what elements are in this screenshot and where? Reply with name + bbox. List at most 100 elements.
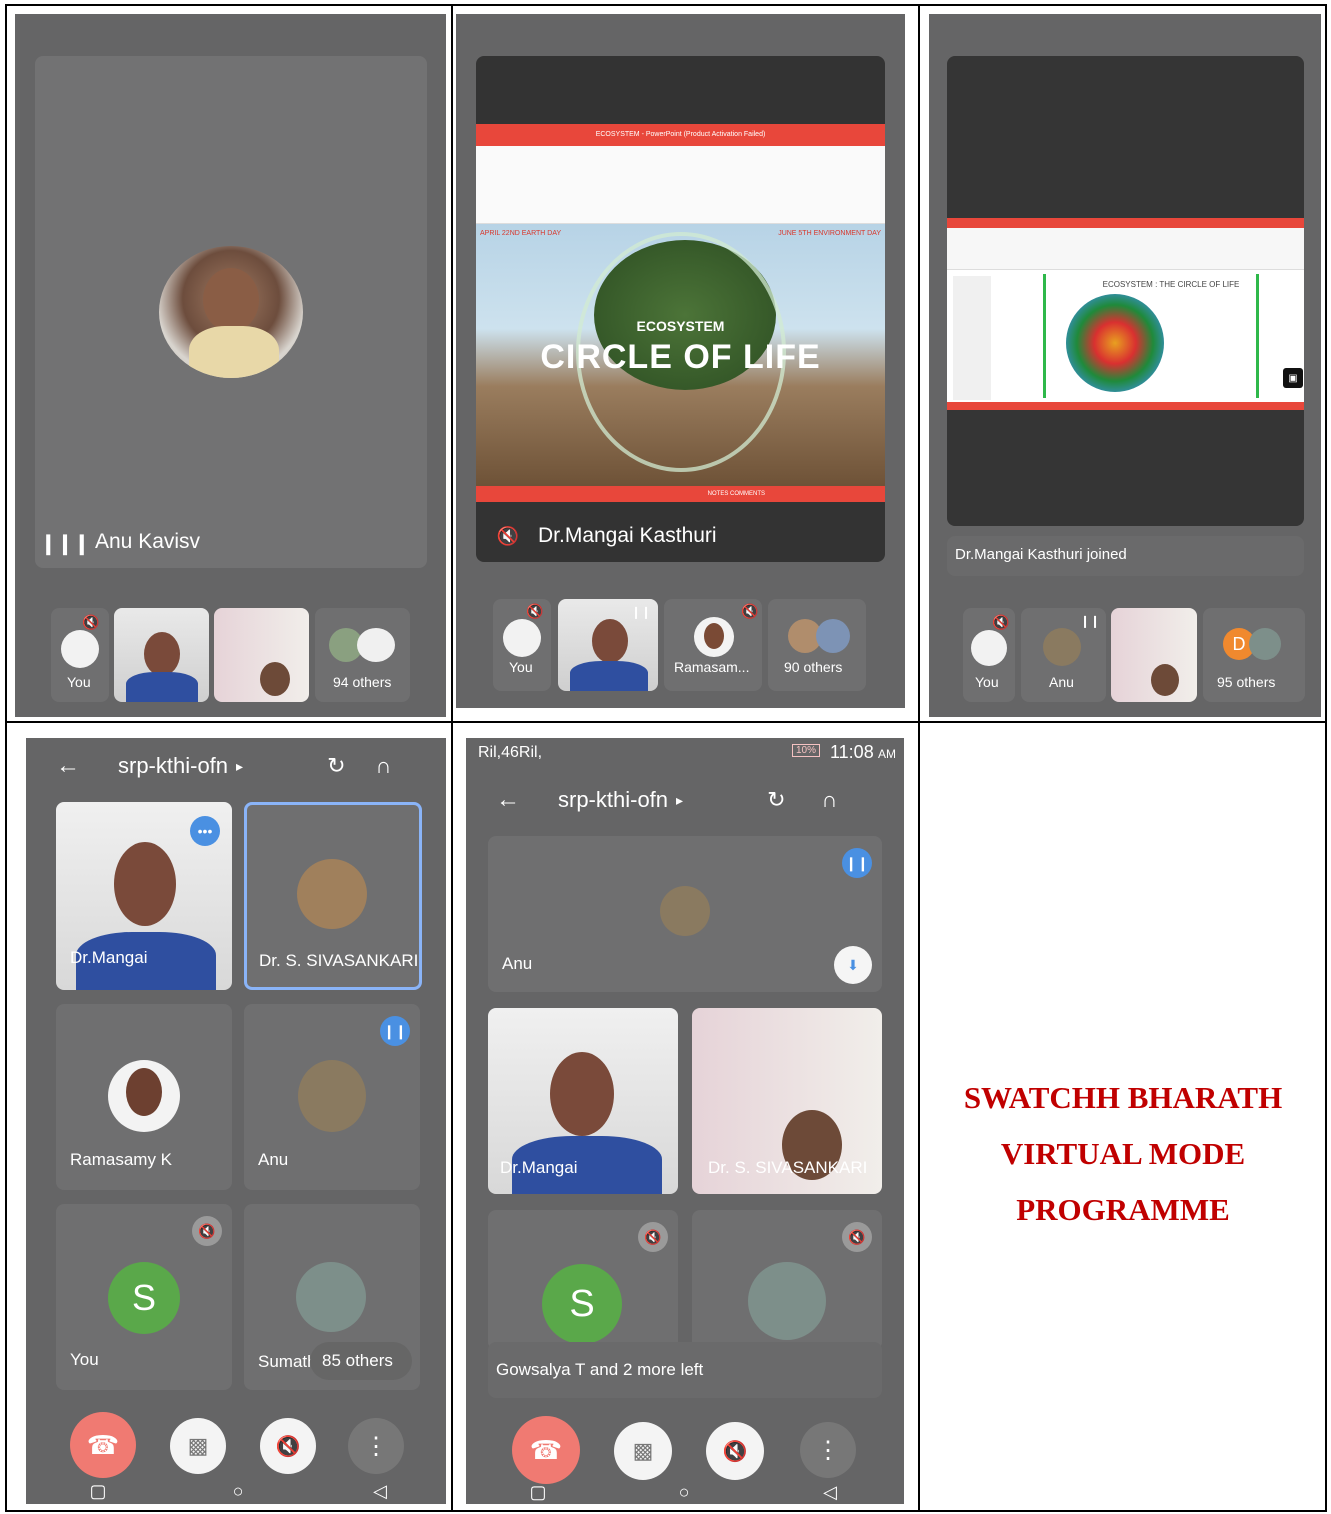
thumb-others[interactable]: 94 others xyxy=(315,608,410,702)
pin-icon[interactable]: ⬇ xyxy=(834,946,872,984)
switch-camera-icon[interactable]: ↻ xyxy=(767,787,785,813)
thumb-label: Anu xyxy=(1049,674,1074,690)
back-nav-icon[interactable]: ◁ xyxy=(368,1480,392,1502)
audio-level-icon: ❙❙❙ xyxy=(39,532,91,555)
meeting-code[interactable]: srp-kthi-ofn xyxy=(558,787,668,813)
presentation-tile[interactable]: ECOSYSTEM : THE CIRCLE OF LIFE ▣ xyxy=(947,56,1304,526)
thumb-ramasamy[interactable]: 🔇 Ramasam... xyxy=(664,599,762,691)
tile-label: You xyxy=(70,1350,99,1369)
banner-line-3: PROGRAMME xyxy=(1016,1192,1230,1227)
end-call-button[interactable]: ☎ xyxy=(70,1412,136,1478)
more-options-icon[interactable]: ••• xyxy=(190,816,220,846)
meet-screenshot-5: Ril,46Ril, 10% 11:08 AM ← srp-kthi-ofn ▸… xyxy=(466,738,904,1504)
mic-off-icon: 🔇 xyxy=(496,525,520,546)
participant-tile[interactable]: ❙❙ Anu xyxy=(244,1004,420,1190)
slide-left-caption: APRIL 22ND EARTH DAY xyxy=(480,230,562,237)
back-arrow-icon[interactable]: ← xyxy=(488,786,528,814)
join-notice: Dr.Mangai Kasthuri joined xyxy=(955,546,1127,563)
thumb-label: 94 others xyxy=(333,674,392,690)
mic-off-icon: 🔇 xyxy=(526,602,544,619)
thumb-label: You xyxy=(975,674,999,690)
meeting-code[interactable]: srp-kthi-ofn xyxy=(118,753,228,779)
thumb-video-mangai[interactable]: ❙❙ xyxy=(558,599,658,691)
mic-off-icon: 🔇 xyxy=(741,602,759,619)
mic-off-icon: 🔇 xyxy=(192,1216,222,1246)
participant-tile[interactable]: Dr. S. SIVASANKARI xyxy=(244,802,422,990)
end-call-button[interactable]: ☎ xyxy=(512,1416,580,1484)
participant-tile[interactable]: S 🔇 You xyxy=(56,1204,232,1390)
more-options-button[interactable]: ⋮ xyxy=(348,1418,404,1474)
slide-line1: ECOSYSTEM xyxy=(636,318,725,334)
tile-label: Ramasamy K xyxy=(70,1150,173,1169)
initial-avatar: S xyxy=(108,1262,180,1334)
tile-label: Dr. S. SIVASANKARI xyxy=(259,951,419,970)
participant-tile[interactable]: ••• Dr.Mangai xyxy=(56,802,232,990)
mic-off-button[interactable]: 🔇 xyxy=(260,1418,316,1474)
participant-tile[interactable]: Sumath 85 others xyxy=(244,1204,420,1390)
banner-line-2: VIRTUAL MODE xyxy=(1000,1136,1246,1171)
divider xyxy=(5,721,1327,723)
meeting-header: ← srp-kthi-ofn ▸ ↻ ∩ xyxy=(26,750,446,782)
thumb-others[interactable]: D 95 others xyxy=(1203,608,1305,702)
recents-nav-icon[interactable]: ▢ xyxy=(526,1482,550,1502)
speaking-icon: ❙❙ xyxy=(1079,614,1101,628)
speaker-tile[interactable]: ❙❙❙ Anu Kavisv xyxy=(35,56,427,568)
ppt-titlebar: ECOSYSTEM - PowerPoint (Product Activati… xyxy=(476,124,885,146)
slide-image: APRIL 22ND EARTH DAY JUNE 5TH ENVIRONMEN… xyxy=(476,224,885,486)
notice-bar: Gowsalya T and 2 more left xyxy=(488,1342,882,1398)
thumb-you[interactable]: 🔇 You xyxy=(51,608,109,702)
presentation-tile[interactable]: ECOSYSTEM - PowerPoint (Product Activati… xyxy=(476,56,885,562)
participant-tile[interactable]: ❙❙ ⬇ Anu xyxy=(488,836,882,992)
clock-ampm: AM xyxy=(878,747,896,761)
home-nav-icon[interactable]: ○ xyxy=(672,1482,696,1502)
speaking-icon: ❙❙ xyxy=(630,605,652,619)
more-options-button[interactable]: ⋮ xyxy=(800,1422,856,1478)
participant-tile[interactable]: Dr.Mangai xyxy=(488,1008,678,1194)
switch-camera-icon[interactable]: ↻ xyxy=(327,753,345,779)
banner-line-1: SWATCHH BHARATH xyxy=(963,1080,1283,1115)
speaker-name: Dr.Mangai Kasthuri xyxy=(538,524,717,547)
speaker-avatar xyxy=(159,246,303,378)
slide-window: ECOSYSTEM : THE CIRCLE OF LIFE xyxy=(947,218,1304,410)
tile-label: Anu xyxy=(258,1150,289,1169)
thumb-anu[interactable]: ❙❙ Anu xyxy=(1021,608,1106,702)
chevron-right-icon: ▸ xyxy=(236,757,244,774)
slide-title: ECOSYSTEM : THE CIRCLE OF LIFE xyxy=(1102,280,1240,289)
participant-tile[interactable]: Dr. S. SIVASANKARI xyxy=(692,1008,882,1194)
audio-output-icon[interactable]: ∩ xyxy=(376,753,392,779)
participant-tile[interactable]: Ramasamy K xyxy=(56,1004,232,1190)
share-icon[interactable]: ▣ xyxy=(1283,368,1303,388)
camera-off-button[interactable]: ▩ xyxy=(170,1418,226,1474)
slide-right-caption: JUNE 5TH ENVIRONMENT DAY xyxy=(778,230,881,237)
meet-screenshot-4: ← srp-kthi-ofn ▸ ↻ ∩ ••• Dr.Mangai Dr. S… xyxy=(26,738,446,1504)
divider xyxy=(918,4,920,1512)
ppt-ribbon xyxy=(476,146,885,224)
thumb-you[interactable]: 🔇 You xyxy=(493,599,551,691)
home-nav-icon[interactable]: ○ xyxy=(226,1480,250,1502)
signal-status: Ril,46Ril, xyxy=(478,744,543,761)
thumb-others[interactable]: 90 others xyxy=(768,599,866,691)
others-chip[interactable]: 85 others xyxy=(310,1342,412,1380)
thumb-video-sivasankari[interactable] xyxy=(214,608,309,702)
recents-nav-icon[interactable]: ▢ xyxy=(86,1480,110,1502)
left-notice: Gowsalya T and 2 more left xyxy=(496,1360,704,1379)
battery-level: 10% xyxy=(792,744,821,757)
back-arrow-icon[interactable]: ← xyxy=(48,752,88,780)
back-nav-icon[interactable]: ◁ xyxy=(818,1482,842,1502)
meeting-header: ← srp-kthi-ofn ▸ ↻ ∩ xyxy=(466,784,904,816)
thumb-video-mangai[interactable] xyxy=(114,608,209,702)
thumb-you[interactable]: 🔇 You xyxy=(963,608,1015,702)
mic-off-icon: 🔇 xyxy=(638,1222,668,1252)
thumb-video-sivasankari[interactable] xyxy=(1111,608,1197,702)
clock: 11:08 xyxy=(830,742,874,762)
camera-off-button[interactable]: ▩ xyxy=(614,1422,672,1480)
meet-screenshot-3: ECOSYSTEM : THE CIRCLE OF LIFE ▣ Dr.Mang… xyxy=(929,14,1321,717)
divider xyxy=(451,4,453,1512)
tile-label: Anu xyxy=(502,954,533,973)
mic-off-button[interactable]: 🔇 xyxy=(706,1422,764,1480)
audio-output-icon[interactable]: ∩ xyxy=(822,787,838,813)
participant-tile[interactable]: 🔇 xyxy=(692,1210,882,1350)
participant-tile[interactable]: S 🔇 xyxy=(488,1210,678,1350)
meet-screenshot-2: ECOSYSTEM - PowerPoint (Product Activati… xyxy=(456,14,905,708)
slide-window: ECOSYSTEM - PowerPoint (Product Activati… xyxy=(476,124,885,502)
